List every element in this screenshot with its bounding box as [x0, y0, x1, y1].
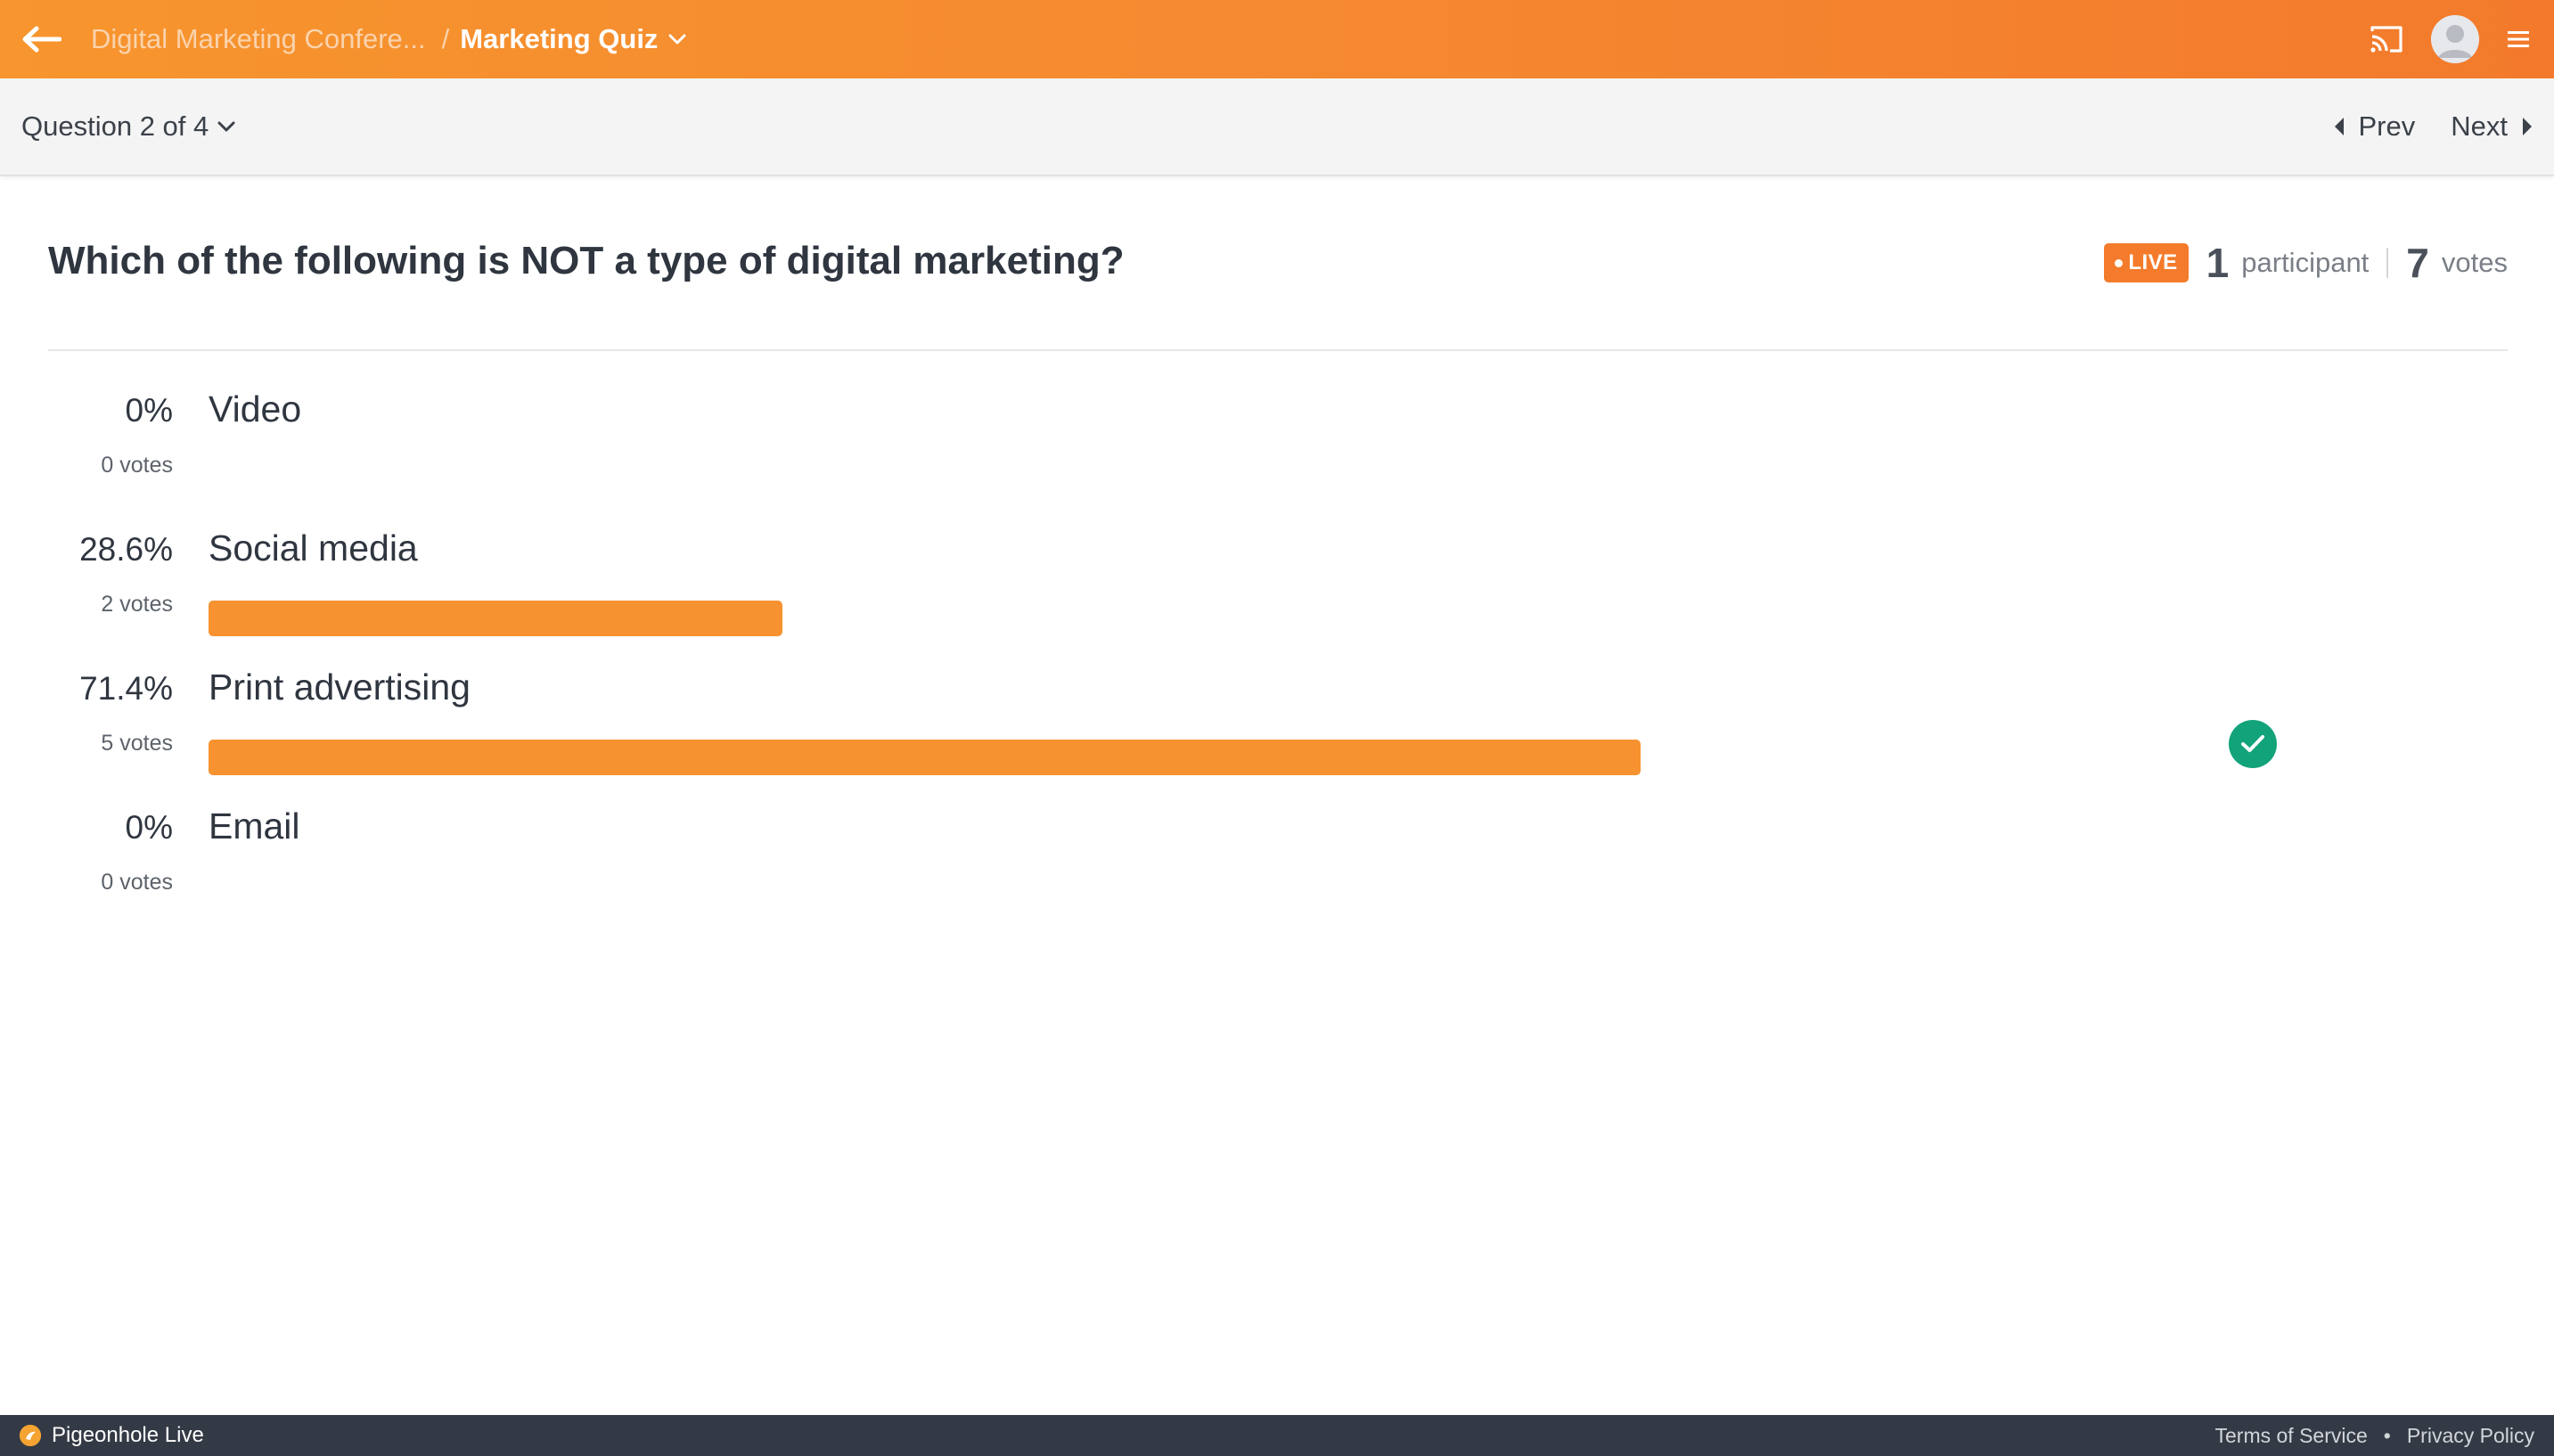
option-label: Video — [209, 389, 302, 429]
caret-left-icon — [2334, 118, 2344, 135]
option-label: Print advertising — [209, 667, 471, 708]
cast-button[interactable] — [2363, 16, 2410, 62]
correct-answer-check-icon — [2229, 720, 2277, 768]
option-votes: 5 votes — [101, 731, 173, 756]
breadcrumb-separator: / — [441, 23, 450, 54]
caret-right-icon — [2523, 118, 2532, 135]
footer-separator: • — [2383, 1423, 2391, 1447]
terms-of-service-link[interactable]: Terms of Service — [2215, 1424, 2368, 1448]
option-bar — [209, 601, 782, 636]
votes-label: votes — [2441, 247, 2508, 278]
poll-results: 0% 0 votes Video 28.6% 2 votes Social me… — [48, 383, 2508, 939]
option-votes: 0 votes — [101, 870, 173, 895]
option-percent: 28.6% — [79, 531, 173, 568]
poll-option: 71.4% 5 votes Print advertising — [48, 661, 2508, 800]
next-question-button[interactable]: Next — [2451, 110, 2533, 143]
brand-name: Pigeonhole Live — [52, 1423, 204, 1447]
votes-count: 7 — [2406, 240, 2429, 286]
live-badge-label: LIVE — [2128, 250, 2178, 274]
user-avatar-icon — [2431, 15, 2479, 63]
chevron-down-icon — [668, 34, 686, 45]
hamburger-menu-icon — [2508, 31, 2529, 47]
poll-option: 0% 0 votes Video — [48, 383, 2508, 522]
footer: Pigeonhole Live Terms of Service • Priva… — [0, 1415, 2554, 1456]
live-badge: LIVE — [2104, 243, 2189, 282]
participants-count: 1 — [2206, 240, 2230, 286]
back-button[interactable] — [18, 16, 64, 62]
checkmark-icon — [2241, 735, 2264, 752]
breadcrumb-event-link[interactable]: Digital Marketing Confere... — [91, 23, 426, 55]
pigeonhole-logo-icon — [20, 1425, 41, 1446]
question-title: Which of the following is NOT a type of … — [48, 239, 1125, 282]
chevron-down-icon — [217, 121, 235, 132]
option-percent: 0% — [125, 392, 173, 429]
option-bar-track — [209, 601, 2214, 636]
top-bar-actions — [2363, 15, 2536, 63]
option-votes: 2 votes — [101, 592, 173, 617]
top-bar: Digital Marketing Confere... / Marketing… — [0, 0, 2554, 78]
participants-label: participant — [2241, 247, 2370, 278]
prev-label: Prev — [2358, 110, 2416, 142]
next-label: Next — [2451, 110, 2508, 142]
arrow-left-icon — [22, 26, 61, 53]
stats-divider — [2386, 248, 2389, 278]
option-label: Email — [209, 806, 300, 847]
question-stats: LIVE 1 participant 7 votes — [2104, 239, 2508, 287]
option-label: Social media — [209, 528, 418, 568]
session-switcher[interactable]: Marketing Quiz — [460, 23, 686, 55]
live-dot-icon — [2115, 258, 2124, 267]
breadcrumb-current-session: Marketing Quiz — [460, 23, 659, 54]
prev-question-button[interactable]: Prev — [2334, 110, 2416, 143]
option-bar — [209, 740, 1641, 775]
footer-links: Terms of Service • Privacy Policy — [2215, 1424, 2534, 1448]
cast-icon — [2370, 26, 2403, 53]
poll-option: 0% 0 votes Email — [48, 800, 2508, 939]
option-percent: 0% — [125, 809, 173, 846]
question-selector-label: Question 2 of 4 — [21, 110, 209, 142]
option-bar-track — [209, 740, 2214, 775]
brand: Pigeonhole Live — [20, 1423, 204, 1448]
option-bar-track — [209, 462, 2214, 497]
poll-option: 28.6% 2 votes Social media — [48, 522, 2508, 661]
question-pager: Prev Next — [2334, 110, 2534, 143]
question-selector[interactable]: Question 2 of 4 — [21, 110, 235, 143]
privacy-policy-link[interactable]: Privacy Policy — [2407, 1424, 2534, 1448]
user-avatar-button[interactable] — [2431, 15, 2479, 63]
app-root: Digital Marketing Confere... / Marketing… — [0, 0, 2554, 1456]
question-nav-bar: Question 2 of 4 Prev Next — [0, 78, 2554, 176]
question-header: Which of the following is NOT a type of … — [48, 212, 2508, 351]
option-votes: 0 votes — [101, 453, 173, 478]
main-menu-button[interactable] — [2501, 16, 2536, 62]
option-bar-track — [209, 879, 2214, 914]
option-percent: 71.4% — [79, 670, 173, 707]
